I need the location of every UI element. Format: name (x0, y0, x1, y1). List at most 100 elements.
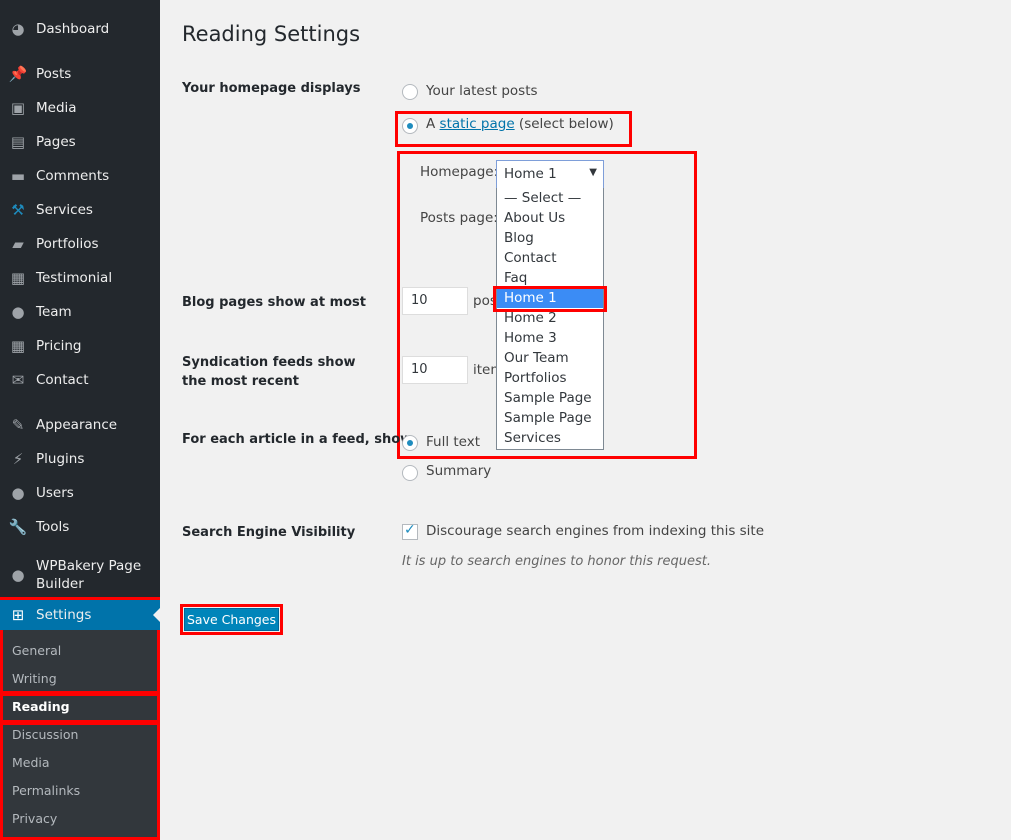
posts-page-label: Posts page: (420, 210, 498, 226)
sidebar-item-label: Plugins (36, 451, 85, 467)
radio-static-page-label: A static page (select below) (426, 116, 614, 132)
discourage-checkbox-label: Discourage search engines from indexing … (426, 523, 765, 539)
homepage-label: Homepage: (420, 164, 499, 180)
dropdown-option[interactable]: Faq (497, 268, 603, 288)
radio-full-text-label: Full text (426, 434, 481, 450)
dropdown-option[interactable]: Home 3 (497, 328, 603, 348)
sidebar-item-plugins[interactable]: ⚡ Plugins (0, 444, 160, 474)
sidebar-item-appearance[interactable]: ✎ Appearance (0, 410, 160, 440)
discourage-checkbox[interactable]: ✓ (402, 522, 418, 540)
sidebar-item-pricing[interactable]: ▦ Pricing (0, 331, 160, 361)
radio-full-text[interactable] (402, 435, 418, 451)
sidebar-item-posts[interactable]: 📌 Posts (0, 59, 160, 89)
sidebar-item-portfolios[interactable]: ▰ Portfolios (0, 229, 160, 259)
pricing-icon: ▦ (10, 337, 26, 355)
sidebar-item-testimonial[interactable]: ▦ Testimonial (0, 263, 160, 293)
media-icon: ▣ (10, 99, 26, 117)
feed-article-label: For each article in a feed, show (182, 432, 413, 447)
plugin-icon: ⚡ (12, 450, 24, 468)
sidebar-item-label: WPBakery Page Builder (36, 558, 142, 592)
syndication-input[interactable]: 10 (402, 356, 468, 384)
dropdown-option[interactable]: — Select — (497, 188, 603, 208)
settings-icon: ⊞ (11, 606, 25, 624)
search-note: It is up to search engines to honor this… (402, 554, 711, 569)
radio-latest-posts[interactable] (402, 84, 418, 100)
sidebar-item-label: Portfolios (36, 236, 99, 252)
submenu-privacy[interactable]: Privacy (12, 809, 57, 829)
brush-icon: ✎ (11, 416, 25, 434)
sidebar-item-team[interactable]: ● Team (0, 297, 160, 327)
sidebar-item-label: Users (36, 485, 74, 501)
pages-icon: ▤ (10, 133, 26, 151)
dropdown-option[interactable]: Sample Page (497, 388, 603, 408)
dropdown-option[interactable]: Our Team (497, 348, 603, 368)
folder-icon: ▰ (12, 235, 24, 253)
sidebar-item-tools[interactable]: 🔧 Tools (0, 512, 160, 542)
syndication-label: Syndication feeds show the most recent (182, 355, 356, 389)
homepage-select-value: Home 1 (504, 166, 557, 182)
dropdown-option[interactable]: Services (497, 428, 603, 448)
sidebar-item-dashboard[interactable]: ◕ Dashboard (0, 14, 160, 44)
checkmark-icon: ✓ (404, 522, 416, 538)
testimonial-icon: ▦ (10, 269, 26, 287)
sidebar-item-label: Comments (36, 168, 110, 184)
submenu-general[interactable]: General (12, 641, 61, 661)
sidebar-item-label: Posts (36, 66, 72, 82)
wrench-icon: 🔧 (8, 518, 28, 536)
sidebar-item-users[interactable]: ● Users (0, 478, 160, 508)
dashboard-icon: ◕ (11, 20, 25, 38)
static-a: A (426, 116, 436, 132)
blog-pages-input[interactable]: 10 (402, 287, 468, 315)
sidebar-item-pages[interactable]: ▤ Pages (0, 127, 160, 157)
sidebar-item-media[interactable]: ▣ Media (0, 93, 160, 123)
sidebar-item-wpbakery-page-builder[interactable]: ● WPBakery Page Builder (0, 555, 160, 595)
blog-pages-label: Blog pages show at most (182, 295, 366, 310)
dropdown-option[interactable]: Contact (497, 248, 603, 268)
radio-latest-posts-label: Your latest posts (426, 83, 538, 99)
chevron-down-icon: ▼ (589, 167, 597, 178)
submenu-reading[interactable]: Reading (12, 697, 70, 717)
radio-static-page[interactable] (402, 118, 418, 134)
wpbakery-icon: ● (11, 566, 25, 584)
sidebar-item-contact[interactable]: ✉ Contact (0, 365, 160, 395)
save-changes-button[interactable]: Save Changes (184, 608, 279, 631)
sidebar-item-settings[interactable]: ⊞ Settings (0, 600, 160, 630)
mail-icon: ✉ (11, 371, 25, 389)
search-visibility-label: Search Engine Visibility (182, 525, 356, 540)
dropdown-option[interactable]: About Us (497, 208, 603, 228)
active-arrow-icon (153, 608, 160, 622)
pin-icon: 📌 (8, 65, 28, 83)
static-b: (select below) (518, 116, 614, 132)
homepage-displays-label: Your homepage displays (182, 81, 361, 96)
sidebar-item-label: Contact (36, 372, 89, 388)
sidebar-item-services[interactable]: ⚒ Services (0, 195, 160, 225)
submenu-permalinks[interactable]: Permalinks (12, 781, 80, 801)
static-page-link[interactable]: static page (440, 116, 515, 132)
page-title: Reading Settings (182, 22, 361, 46)
dropdown-option[interactable]: Sample Page (497, 408, 603, 428)
sidebar-item-label: Tools (36, 519, 70, 535)
submenu-discussion[interactable]: Discussion (12, 725, 78, 745)
radio-summary-label: Summary (426, 463, 492, 479)
submenu-media[interactable]: Media (12, 753, 50, 773)
sidebar-item-label: Team (36, 304, 72, 320)
hammer-icon: ⚒ (11, 201, 25, 219)
submenu-writing[interactable]: Writing (12, 669, 57, 689)
sidebar-item-label: Services (36, 202, 93, 218)
homepage-dropdown-list[interactable]: — Select — About Us Blog Contact Faq Home 1 Ho… (496, 188, 604, 450)
comments-icon: ▬ (10, 167, 26, 185)
dropdown-option[interactable]: Portfolios (497, 368, 603, 388)
sidebar-item-label: Pricing (36, 338, 82, 354)
sidebar-item-label: Pages (36, 134, 76, 150)
highlight-home-1 (493, 286, 607, 312)
user-icon: ● (11, 303, 25, 321)
sidebar-item-label: Testimonial (36, 270, 113, 286)
sidebar-item-label: Media (36, 100, 77, 116)
sidebar-item-label: Settings (36, 607, 92, 623)
sidebar-item-label: Appearance (36, 417, 118, 433)
radio-summary[interactable] (402, 465, 418, 481)
sidebar-item-label: Dashboard (36, 21, 110, 37)
dropdown-option[interactable]: Blog (497, 228, 603, 248)
homepage-select[interactable]: Home 1 ▼ (496, 160, 604, 189)
sidebar-item-comments[interactable]: ▬ Comments (0, 161, 160, 191)
